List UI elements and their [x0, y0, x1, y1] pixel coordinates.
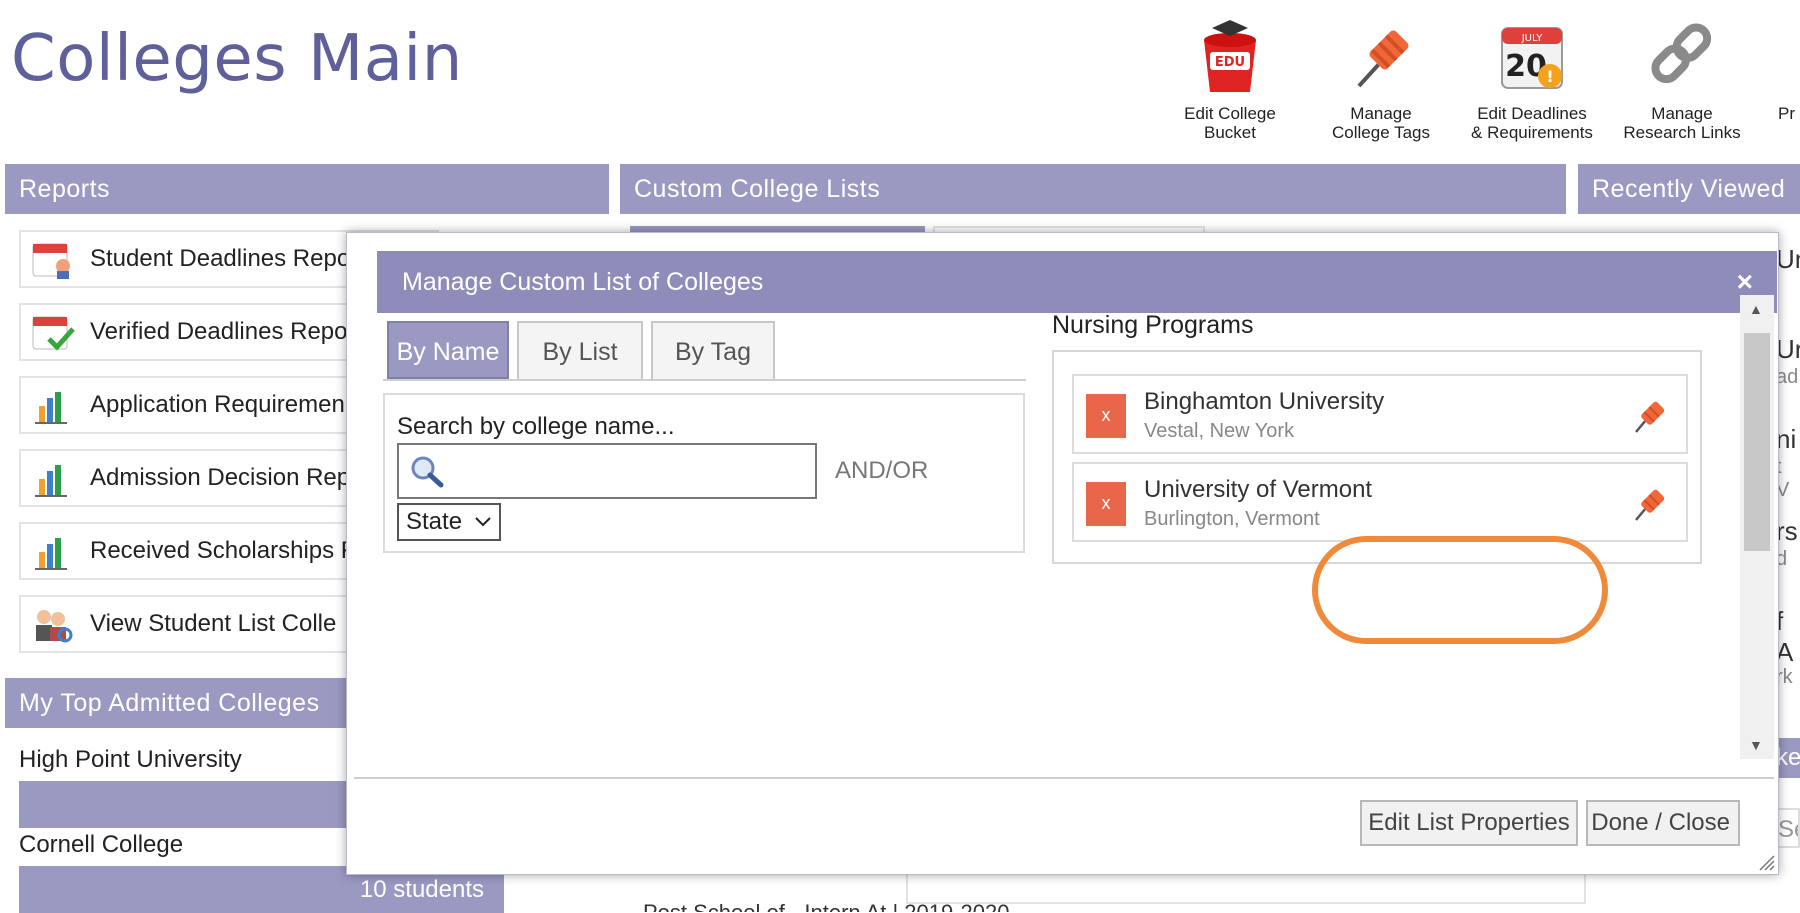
report-label: Student Deadlines Repo [90, 245, 351, 272]
search-panel: Search by college name... AND/OR State [383, 393, 1025, 553]
cut-off-toolbar-button[interactable]: Pr [1740, 14, 1800, 123]
college-name[interactable]: Cornell College [19, 831, 183, 859]
scroll-down-icon[interactable]: ▼ [1749, 737, 1763, 753]
edit-college-bucket-button[interactable]: EDU Edit College Bucket [1155, 14, 1305, 142]
tab-by-tag[interactable]: By Tag [651, 321, 775, 379]
scroll-up-icon[interactable]: ▲ [1749, 301, 1763, 317]
edu-bucket-icon: EDU [1204, 20, 1256, 92]
list-item: x Binghamton University Vestal, New York [1072, 374, 1688, 454]
toolbar-label: College Tags [1332, 123, 1430, 142]
custom-list-title: Nursing Programs [1052, 311, 1254, 339]
remove-college-button[interactable]: x [1086, 394, 1126, 438]
report-label: Received Scholarships F [90, 537, 356, 564]
tab-by-list[interactable]: By List [517, 321, 643, 379]
tag-pin-icon[interactable] [1630, 484, 1666, 524]
toolbar-label: Manage [1350, 104, 1412, 123]
recent-item-fragment[interactable]: rs [1776, 516, 1798, 547]
bar-chart-icon [35, 538, 67, 570]
svg-text:EDU: EDU [1215, 55, 1245, 70]
edit-list-properties-button[interactable]: Edit List Properties [1360, 800, 1578, 846]
bar-chart-icon [35, 465, 67, 497]
calendar-month-text: JULY [1521, 33, 1544, 44]
bar-chart-icon [35, 392, 67, 424]
state-select-value: State [406, 508, 463, 535]
manage-research-links-button[interactable]: Manage Research Links [1607, 14, 1757, 142]
toolbar-label: Edit Deadlines [1477, 104, 1587, 123]
report-label: View Student List Colle [90, 610, 337, 637]
search-input[interactable] [449, 451, 809, 493]
calendar-check-icon [32, 316, 75, 351]
college-entry-name: Binghamton University [1144, 388, 1385, 415]
page-title: Colleges Main [11, 22, 463, 96]
reports-panel-header: Reports [5, 164, 609, 214]
recent-search-fragment[interactable]: Se [1776, 808, 1800, 848]
college-entry-location: Burlington, Vermont [1144, 508, 1320, 530]
recent-item-fragment: ad [1776, 366, 1799, 388]
students-search-icon [36, 610, 73, 643]
college-name[interactable]: High Point University [19, 746, 242, 774]
background-row-text: Post School of - Intern At | 2019-2020 [643, 900, 1073, 912]
calendar-deadline-icon: JULY 20 ! [1501, 27, 1563, 89]
tab-by-name[interactable]: By Name [387, 321, 509, 379]
custom-list-entries: x Binghamton University Vestal, New York… [1052, 350, 1702, 564]
modal-scrollbar[interactable]: ▲ ▼ [1740, 295, 1774, 759]
tab-divider [383, 379, 1026, 381]
done-close-button[interactable]: Done / Close [1586, 800, 1740, 846]
college-entry-name: University of Vermont [1144, 476, 1373, 503]
toolbar-label: Edit College [1184, 104, 1276, 123]
tag-pin-icon[interactable] [1630, 396, 1666, 436]
remove-college-button[interactable]: x [1086, 482, 1126, 526]
manage-custom-list-modal: Manage Custom List of Colleges × By Name… [346, 232, 1779, 875]
college-entry-location: Vestal, New York [1144, 420, 1295, 442]
chevron-down-icon [475, 517, 491, 527]
tag-pin-icon [1357, 30, 1409, 88]
toolbar-label: & Requirements [1471, 123, 1593, 142]
recently-viewed-panel-header: Recently Viewed [1578, 164, 1800, 214]
search-icon [411, 456, 444, 488]
calendar-student-icon [32, 243, 70, 279]
modal-title: Manage Custom List of Colleges [402, 268, 764, 296]
chain-link-icon [1651, 23, 1712, 84]
search-label: Search by college name... [397, 413, 675, 440]
list-item: x University of Vermont Burlington, Verm… [1072, 462, 1688, 542]
report-label: Application Requiremen [90, 391, 345, 418]
toolbar-label: Research Links [1623, 123, 1741, 142]
toolbar-label: Bucket [1204, 123, 1256, 142]
manage-college-tags-button[interactable]: Manage College Tags [1306, 14, 1456, 142]
report-label: Verified Deadlines Repo [90, 318, 348, 345]
recent-item-fragment[interactable]: ni [1776, 424, 1796, 455]
recent-item-fragment[interactable]: Ur [1776, 334, 1800, 365]
and-or-label: AND/OR [835, 457, 929, 484]
scroll-thumb[interactable] [1744, 333, 1770, 551]
footer-divider [354, 777, 1774, 779]
recent-item-fragment: t V [1776, 456, 1790, 501]
report-label: Admission Decision Rep [90, 464, 351, 491]
recent-panel-header-fragment: ke [1776, 738, 1800, 778]
toolbar-label: Manage [1651, 104, 1713, 123]
state-select[interactable]: State [397, 503, 501, 541]
toolbar-label: Pr [1778, 104, 1795, 123]
svg-text:!: ! [1546, 67, 1553, 86]
search-field[interactable] [397, 443, 817, 499]
edit-deadlines-requirements-button[interactable]: JULY 20 ! Edit Deadlines & Requirements [1457, 14, 1607, 142]
recent-item-fragment[interactable]: Uni [1776, 244, 1800, 275]
custom-lists-panel-header: Custom College Lists [620, 164, 1566, 214]
recent-item-fragment[interactable]: f A [1776, 606, 1800, 668]
resize-grip-icon[interactable] [1756, 852, 1776, 872]
modal-header: Manage Custom List of Colleges × [377, 251, 1777, 313]
custom-list-area-fragment [906, 870, 1586, 904]
